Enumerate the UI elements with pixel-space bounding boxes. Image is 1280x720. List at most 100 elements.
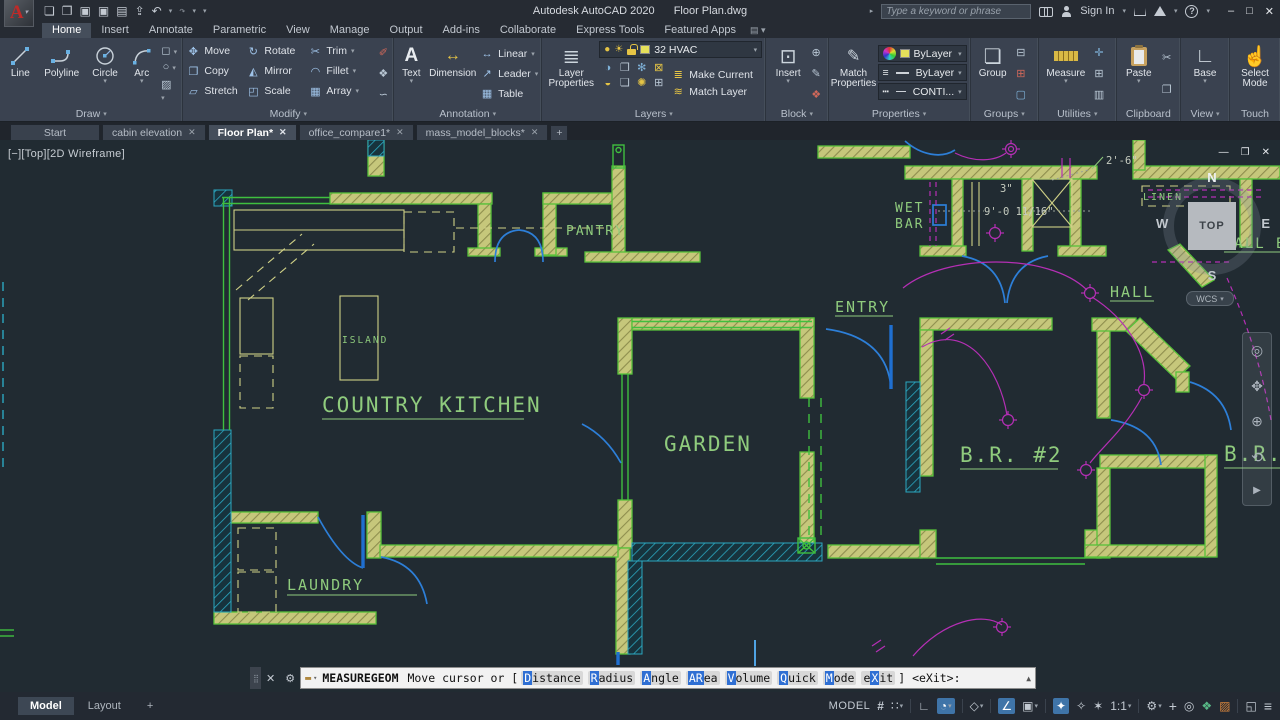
viewport-minimize-icon[interactable]: — [1219, 147, 1229, 158]
command-scroll-up-icon[interactable]: ▲ [1026, 674, 1031, 683]
tab-annotate[interactable]: Annotate [139, 23, 203, 38]
arc-caret-icon[interactable]: ▾ [140, 79, 144, 85]
add-layout-button[interactable]: + [135, 697, 165, 715]
table-button[interactable]: ▦Table [480, 84, 538, 104]
object-snap-tracking-icon[interactable]: ∠ [998, 698, 1015, 714]
dimension-button[interactable]: ↔ Dimension [427, 41, 478, 106]
tab-insert[interactable]: Insert [91, 23, 139, 38]
paste-button[interactable]: Paste▾ [1120, 41, 1158, 106]
base-button[interactable]: ∟ Base▾ [1184, 41, 1226, 106]
group-button[interactable]: ❏ Group [974, 41, 1012, 106]
keyword-mode[interactable]: Mode [823, 671, 857, 685]
array-button[interactable]: ▦Array▾ [308, 85, 374, 98]
customization-menu-icon[interactable]: ≡ [1264, 698, 1272, 714]
id-point-icon[interactable]: ✛ [1094, 46, 1103, 59]
tab-view[interactable]: View [276, 23, 320, 38]
viewport-controls-label[interactable]: [−][Top][2D Wireframe] [8, 148, 125, 160]
viewcube-east[interactable]: E [1261, 216, 1270, 231]
layer-dropdown[interactable]: ● ☀ 32 HVAC ▾ [599, 41, 762, 58]
layers-panel-label[interactable]: Layers▾ [542, 106, 765, 121]
model-tab[interactable]: Model [18, 697, 74, 715]
keyword-quick[interactable]: Quick [777, 671, 818, 685]
viewcube-west[interactable]: W [1156, 216, 1168, 231]
draw-panel-label[interactable]: Draw▾ [0, 106, 182, 121]
leader-button[interactable]: ↗Leader▾ [480, 64, 538, 84]
floor-plan-drawing[interactable]: 3" 9'-0 11/16" 2'-6" PANTRY WET BAR LINE… [0, 140, 1280, 692]
help-icon[interactable]: ? [1185, 5, 1198, 18]
viewcube-north[interactable]: N [1207, 170, 1216, 185]
keyword-volume[interactable]: Volume [725, 671, 773, 685]
create-block-icon[interactable]: ⊕ [812, 46, 821, 59]
pan-icon[interactable]: ✥ [1251, 378, 1263, 395]
user-avatar-icon[interactable] [1061, 6, 1072, 17]
lineweight-dropdown[interactable]: ≡ ByLayer▾ [878, 64, 967, 81]
annotation-all-scales-icon[interactable]: ✶ [1093, 699, 1103, 713]
grid-toggle-icon[interactable]: # [877, 699, 884, 713]
file-tab-cabin-elevation[interactable]: cabin elevation✕ [102, 124, 206, 140]
mirror-button[interactable]: ◭Mirror [246, 65, 308, 78]
model-space-toggle[interactable]: MODEL [829, 700, 871, 712]
linear-button[interactable]: ↔Linear▾ [480, 44, 538, 64]
tab-express-tools[interactable]: Express Tools [566, 23, 654, 38]
layer-off-icon[interactable]: ✻ [637, 61, 646, 74]
view-panel-label[interactable]: View▾ [1181, 106, 1229, 121]
zoom-icon[interactable]: ⊕ [1251, 413, 1263, 430]
wcs-dropdown[interactable]: WCS▾ [1186, 291, 1234, 306]
object-color-dropdown[interactable]: ByLayer▾ [878, 45, 967, 62]
qat-customize-icon[interactable]: ▾ [203, 7, 207, 15]
edit-block-icon[interactable]: ✎ [812, 67, 821, 80]
drawing-canvas[interactable]: 3" 9'-0 11/16" 2'-6" PANTRY WET BAR LINE… [0, 140, 1280, 692]
layer-freeze-icon[interactable]: ❐ [620, 61, 630, 74]
layer-properties-button[interactable]: ≣ Layer Properties [545, 41, 597, 106]
help-caret-icon[interactable]: ▾ [1206, 7, 1210, 15]
measure-button[interactable]: Measure▾ [1042, 41, 1090, 106]
file-tab-start[interactable]: Start [10, 124, 100, 140]
plot-icon[interactable]: ▤ [116, 4, 127, 18]
object-snap-icon[interactable]: ▣▾ [1022, 699, 1038, 713]
save-icon[interactable]: ▣ [80, 4, 91, 18]
insert-button[interactable]: ⊡ Insert▾ [769, 41, 807, 106]
new-file-icon[interactable]: ❏ [44, 4, 55, 18]
orbit-icon[interactable]: ⟲ [1251, 449, 1263, 466]
layer-unisolate-icon[interactable]: ◒ [604, 77, 611, 89]
make-current-button[interactable]: ≣Make Current [671, 68, 753, 82]
utilities-panel-label[interactable]: Utilities▾ [1039, 106, 1116, 121]
keyword-angle[interactable]: Angle [640, 671, 681, 685]
tab-collaborate[interactable]: Collaborate [490, 23, 566, 38]
fullscreen-icon[interactable]: ◱ [1245, 699, 1256, 713]
layout-tab[interactable]: Layout [76, 697, 133, 715]
cut-icon[interactable]: ✂ [1162, 51, 1171, 64]
tab-addins[interactable]: Add-ins [433, 23, 490, 38]
text-button[interactable]: A Text▾ [397, 41, 425, 106]
scale-button[interactable]: ◰Scale [246, 85, 308, 98]
move-button[interactable]: ✥Move [186, 45, 246, 58]
stretch-button[interactable]: ▱Stretch [186, 85, 246, 98]
ellipse-tool-icon[interactable]: ○ ▾ [163, 61, 176, 73]
block-panel-label[interactable]: Block▾ [766, 106, 827, 121]
snap-toggle-icon[interactable]: ∷▾ [891, 699, 903, 713]
annotation-panel-label[interactable]: Annotation▾ [394, 106, 541, 121]
command-close-icon[interactable]: ✕ [266, 672, 275, 685]
viewport-maximize-icon[interactable]: ❐ [1241, 147, 1250, 158]
search-binoculars-icon[interactable] [1039, 7, 1053, 16]
block-attributes-icon[interactable]: ❖ [811, 88, 821, 101]
command-recent-caret-icon[interactable]: ▾ [313, 674, 317, 682]
clean-screen-image-icon[interactable]: ▨ [1219, 699, 1230, 713]
match-layer-button[interactable]: ≋Match Layer [671, 85, 753, 99]
isolate-objects-icon[interactable]: ◎ [1184, 699, 1194, 713]
trim-button[interactable]: ✂Trim▾ [308, 45, 374, 58]
tab-manage[interactable]: Manage [320, 23, 380, 38]
undo-icon[interactable]: ↶ [152, 4, 162, 18]
polar-tracking-icon[interactable]: ◔▾ [937, 698, 955, 714]
ortho-toggle-icon[interactable]: ∟ [918, 699, 930, 713]
tab-output[interactable]: Output [380, 23, 433, 38]
explode-icon[interactable]: ❖ [378, 67, 388, 80]
hatch-tool-icon[interactable]: ▨ ▾ [161, 78, 177, 103]
minimize-button[interactable]: – [1228, 5, 1234, 18]
file-tab-mass-model-blocks[interactable]: mass_model_blocks*✕ [416, 124, 549, 140]
viewcube-top-face[interactable]: TOP [1188, 202, 1236, 250]
tab-featured-apps[interactable]: Featured Apps [654, 23, 746, 38]
annotation-scale-button[interactable]: 1:1▾ [1110, 699, 1131, 713]
tab-home[interactable]: Home [42, 23, 91, 38]
layer-dropdown-caret-icon[interactable]: ▾ [754, 46, 758, 54]
